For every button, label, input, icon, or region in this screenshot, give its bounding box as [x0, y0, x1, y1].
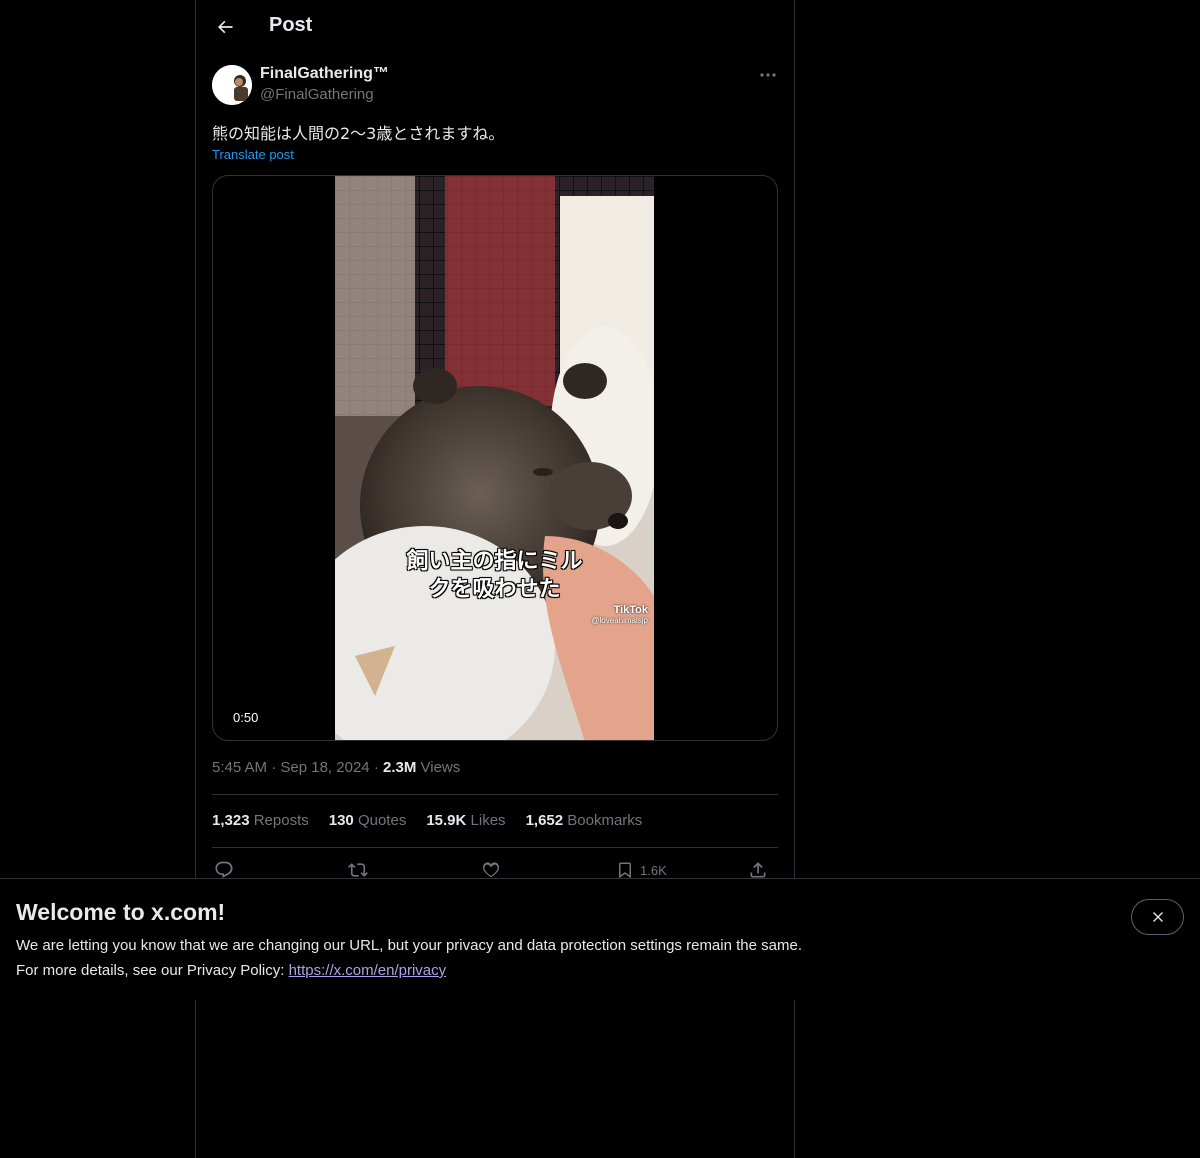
divider	[212, 794, 778, 795]
back-button[interactable]	[208, 10, 242, 44]
reply-icon	[215, 861, 233, 878]
divider	[212, 847, 778, 848]
translate-post-link[interactable]: Translate post	[212, 147, 294, 162]
video-duration: 0:50	[229, 709, 263, 726]
tiktok-watermark: TikTok @loveanimalsjp	[591, 604, 648, 625]
more-horizontal-icon	[760, 73, 776, 77]
banner-message: We are letting you know that we are chan…	[16, 937, 802, 954]
url-change-banner: Welcome to x.com! We are letting you kno…	[0, 878, 1200, 1000]
banner-close-button[interactable]	[1131, 899, 1184, 935]
reply-button[interactable]	[214, 860, 234, 880]
video-frame: 飼い主の指にミル クを吸わせた TikTok @loveanimalsjp	[335, 176, 654, 740]
post-stats: 1,323 Reposts 130 Quotes 15.9K Likes 1,6…	[212, 812, 642, 829]
repost-icon	[348, 863, 368, 877]
author-display-name[interactable]: FinalGathering™	[260, 65, 389, 83]
video-thumbnail	[335, 176, 654, 740]
tiktok-logo: TikTok	[613, 604, 648, 616]
post-date[interactable]: Sep 18, 2024	[280, 759, 369, 776]
post-meta: 5:45 AM · Sep 18, 2024 · 2.3M Views	[212, 759, 460, 776]
banner-privacy-prefix: For more details, see our Privacy Policy…	[16, 962, 289, 979]
page-title: Post	[269, 14, 313, 36]
more-button[interactable]	[756, 64, 780, 86]
banner-privacy-line: For more details, see our Privacy Policy…	[16, 962, 446, 979]
stat-likes[interactable]: 15.9K Likes	[426, 812, 505, 829]
post-text: 熊の知能は人間の2〜3歳とされますね。	[212, 124, 505, 143]
heart-icon	[482, 862, 500, 878]
avatar[interactable]	[212, 65, 252, 105]
stat-bookmarks[interactable]: 1,652 Bookmarks	[526, 812, 643, 829]
repost-button[interactable]	[347, 860, 369, 880]
stat-quotes[interactable]: 130 Quotes	[329, 812, 407, 829]
share-icon	[750, 862, 766, 878]
privacy-policy-link[interactable]: https://x.com/en/privacy	[289, 962, 447, 979]
arrow-left-icon	[218, 20, 233, 34]
tiktok-handle: @loveanimalsjp	[591, 616, 648, 625]
post-time[interactable]: 5:45 AM	[212, 759, 267, 776]
stat-reposts[interactable]: 1,323 Reposts	[212, 812, 309, 829]
share-button[interactable]	[748, 860, 768, 880]
bookmark-button[interactable]: 1.6K	[616, 860, 667, 880]
banner-title: Welcome to x.com!	[16, 899, 226, 925]
bookmark-icon	[619, 862, 631, 879]
post-author: FinalGathering™ @FinalGathering	[212, 64, 780, 108]
views-label: Views	[420, 759, 461, 776]
video-caption: 飼い主の指にミル クを吸わせた	[406, 549, 583, 602]
post-video[interactable]: 飼い主の指にミル クを吸わせた TikTok @loveanimalsjp 0:…	[212, 175, 778, 741]
like-button[interactable]	[481, 860, 501, 880]
author-handle[interactable]: @FinalGathering	[260, 86, 374, 103]
close-icon	[1152, 912, 1163, 922]
bookmark-count: 1.6K	[640, 862, 667, 878]
page-header: Post	[196, 0, 794, 53]
views-count: 2.3M	[382, 759, 417, 776]
